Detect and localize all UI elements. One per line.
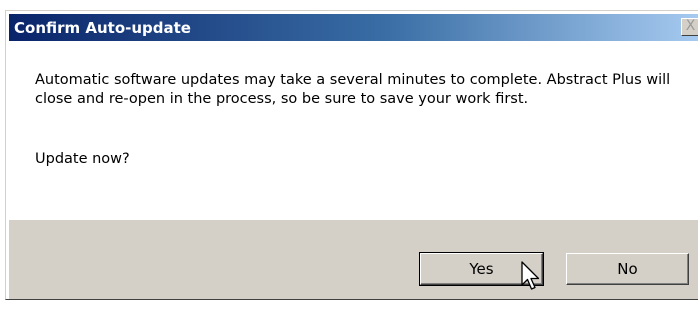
question-text: Update now?	[35, 151, 130, 167]
title-bar[interactable]: Confirm Auto-update X	[9, 14, 698, 41]
button-bar: Yes No	[9, 220, 698, 299]
dialog-title: Confirm Auto-update	[14, 19, 191, 37]
message-paragraph: Automatic software updates may take a se…	[35, 72, 671, 107]
yes-button[interactable]: Yes	[419, 252, 544, 286]
message-text: Automatic software updates may take a se…	[35, 71, 685, 109]
confirm-dialog: Confirm Auto-update X Automatic software…	[5, 10, 698, 300]
close-icon: X	[685, 18, 696, 34]
no-button[interactable]: No	[566, 253, 689, 285]
dialog-content: Automatic software updates may take a se…	[9, 41, 698, 220]
close-button[interactable]: X	[681, 18, 698, 36]
